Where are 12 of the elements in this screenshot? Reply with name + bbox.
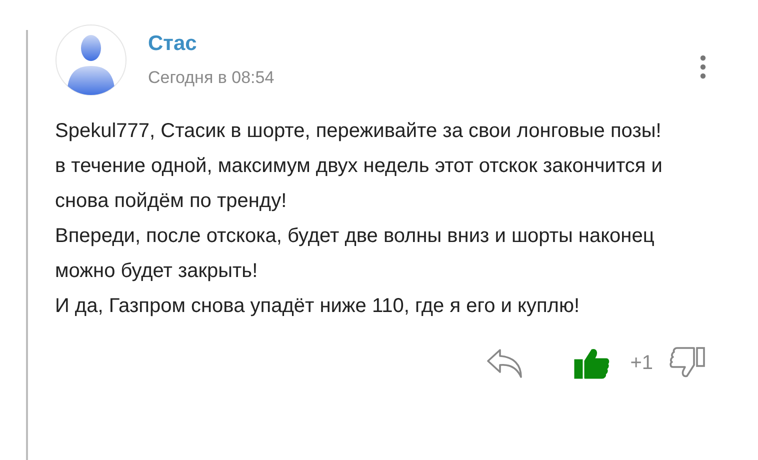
comment-text: в течение одной, максимум двух недель этот отскок закончится и снова пойдём по тренду!: [55, 154, 664, 214]
thumbs-down-icon[interactable]: [669, 346, 705, 380]
avatar-icon: [55, 24, 127, 96]
thumbs-up-icon[interactable]: [574, 347, 610, 379]
more-options-icon[interactable]: [700, 55, 706, 79]
vote-score: +1: [630, 352, 653, 374]
comment-text: И да, Газпром снова упадёт ниже 110, где я его и куплю!: [55, 294, 581, 319]
comment-text: Spekul777, Стасик в шорте, переживайте за свои лонговые позы!: [55, 119, 662, 144]
author-name[interactable]: Стас: [148, 32, 679, 56]
comment-time: Сегодня в 08:54: [148, 68, 276, 88]
comment-text: Впереди, после отскока, будет две волны вниз и шорты наконец можно будет закрыть!: [55, 224, 656, 284]
reply-icon[interactable]: [486, 347, 524, 379]
